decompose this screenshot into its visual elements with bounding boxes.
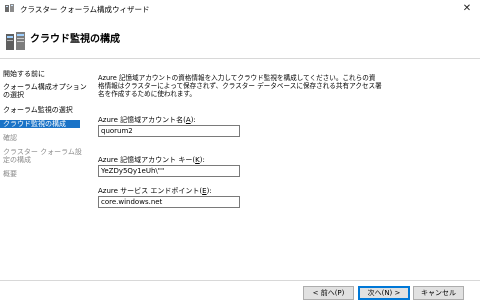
nav-item-summary: 概要 xyxy=(0,170,80,178)
storage-account-name-input[interactable]: quorum2 xyxy=(98,125,240,137)
nav-item-select-quorum-witness[interactable]: クォーラム監視の選択 xyxy=(0,106,80,114)
storage-account-key-label: Azure 記憶域アカウント キー(K): xyxy=(98,156,205,164)
close-button[interactable]: ✕ xyxy=(454,0,480,18)
nav-item-label-line2: の選択 xyxy=(3,91,24,99)
back-button[interactable]: < 前へ(P) xyxy=(303,286,354,300)
nav-item-label: クォーラム監視の選択 xyxy=(3,106,73,114)
cancel-button[interactable]: キャンセル xyxy=(413,286,464,300)
storage-account-key-input[interactable]: YeZDy5Qy1eUh\"" xyxy=(98,165,240,177)
storage-account-name-label: Azure 記憶域アカウント名(A): xyxy=(98,116,196,124)
description-text: Azure 記憶域アカウントの資格情報を入力してクラウド監視を構成してください。… xyxy=(98,74,468,98)
nav-item-label: 確認 xyxy=(3,134,17,142)
main-content: Azure 記憶域アカウントの資格情報を入力してクラウド監視を構成してください。… xyxy=(98,74,468,208)
description-line: 名を作成するために使われます。 xyxy=(98,90,196,98)
page-title: クラウド監視の構成 xyxy=(30,34,120,45)
nav-item-label: クラウド監視の構成 xyxy=(3,120,66,128)
nav-item-configure-cloud-witness[interactable]: クラウド監視の構成 xyxy=(0,120,80,128)
header-banner: クラウド監視の構成 xyxy=(0,18,480,58)
nav-item-before-you-begin[interactable]: 開始する前に xyxy=(0,70,80,78)
next-button[interactable]: 次へ(N) > xyxy=(358,286,410,300)
nav-item-label-line2: 定の構成 xyxy=(3,156,31,164)
nav-item-label: 概要 xyxy=(3,170,17,178)
nav-item-label: 開始する前に xyxy=(3,70,45,78)
nav-item-label: クォーラム構成オプション xyxy=(3,83,87,91)
description-line: 格情報はクラスターによって保存されず、クラスター データベースに保存される共有ア… xyxy=(98,82,382,90)
nav-item-label: クラスター クォーラム設 xyxy=(3,148,82,156)
service-endpoint-input[interactable]: core.windows.net xyxy=(98,196,240,208)
nav-item-select-quorum-option[interactable]: クォーラム構成オプション の選択 xyxy=(0,83,87,99)
nav-item-configure-quorum-settings: クラスター クォーラム設 定の構成 xyxy=(0,148,82,164)
window-title: クラスター クォーラム構成ウィザード xyxy=(20,5,150,14)
service-endpoint-label: Azure サービス エンドポイント(E): xyxy=(98,187,212,195)
description-line: Azure 記憶域アカウントの資格情報を入力してクラウド監視を構成してください。… xyxy=(98,74,376,82)
cluster-app-icon xyxy=(5,4,14,12)
close-icon: ✕ xyxy=(462,3,472,14)
footer-separator xyxy=(0,280,480,281)
title-bar: クラスター クォーラム構成ウィザード ✕ xyxy=(0,0,480,18)
header-separator xyxy=(0,58,480,59)
cluster-server-icon xyxy=(6,32,25,50)
nav-item-confirmation: 確認 xyxy=(0,134,80,142)
